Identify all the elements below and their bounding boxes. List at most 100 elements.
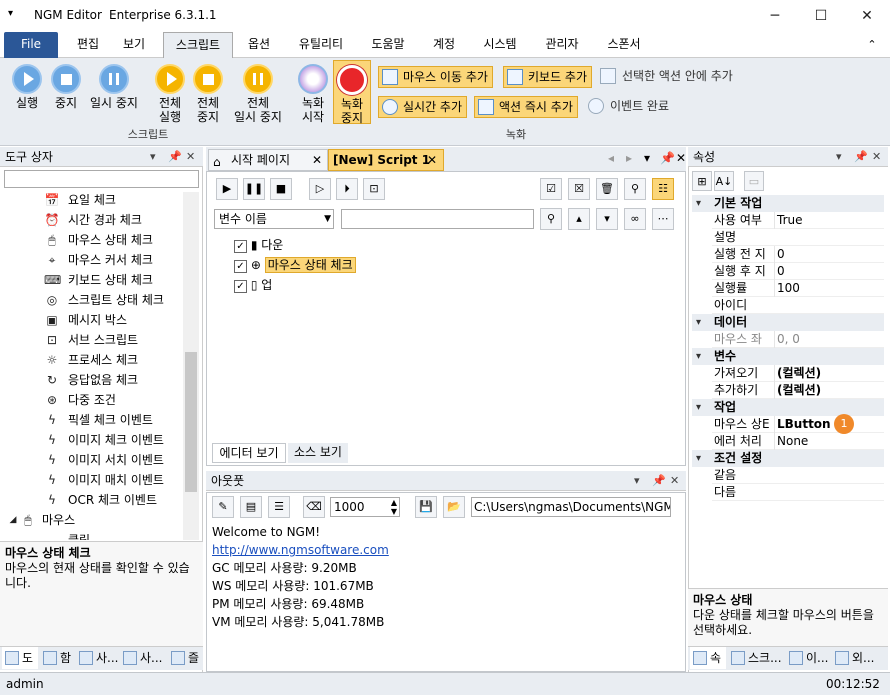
search-icon[interactable]: ⚲ [624,178,646,200]
pause-icon[interactable]: ❚❚ [243,178,265,200]
add-into-selected-button[interactable]: 선택한 액션 안에 추가 [598,66,733,86]
log-path-input[interactable]: C:\Users\ngmas\Documents\NGM6\ [471,497,671,517]
close-window-button[interactable]: ✕ [844,0,890,32]
stop-all-button[interactable]: 전체 중지 [190,64,226,124]
pin-icon[interactable]: 📌 [652,471,666,491]
prop-delay-before[interactable]: 실행 전 지0 [712,246,884,263]
interval-stepper[interactable]: 1000 ▲ ▼ [330,497,400,517]
tab-user[interactable]: 사... [76,647,118,669]
tab-script-1[interactable]: [New] Script 1 ✕ [328,149,444,171]
tree-item[interactable]: 클릭 [42,530,90,540]
tree-item[interactable]: ϟ 픽셀 체크 이벤트 [42,410,153,430]
minimize-button[interactable]: ─ [752,0,798,32]
category-condition[interactable]: ▾ 조건 설정 [692,450,884,467]
menu-file[interactable]: File [4,32,58,58]
prop-enabled[interactable]: 사용 여부 True [712,212,884,229]
category-basic[interactable]: ▾ 기본 작업 [692,195,884,212]
menu-script[interactable]: 스크립트 [163,32,233,59]
prop-run-rate[interactable]: 실행률 100 [712,280,884,297]
tree-item[interactable]: ⌖ 마우스 커서 체크 [42,250,153,270]
pause-all-button[interactable]: 전체 일시 중지 [230,64,286,124]
record-stop-button[interactable]: 녹화 중지 [333,60,371,125]
more-icon[interactable]: ⋯ [652,208,674,230]
file-check-icon[interactable]: ▤ [240,496,262,518]
prop-add[interactable]: 추가하기 (컬렉션) [712,382,884,399]
stop-icon[interactable]: ■ [270,178,292,200]
tree-item[interactable]: ⊛ 다중 조건 [42,390,116,410]
list-item[interactable]: ✓ ⊕ 마우스 상태 체크 [234,256,356,274]
search-icon[interactable]: ⚲ [540,208,562,230]
checkbox[interactable]: ✓ [234,280,247,293]
pause-button[interactable]: 일시 중지 [86,64,142,110]
folder-icon[interactable]: 📂 [443,496,465,518]
tree-item[interactable]: ϟ OCR 체크 이벤트 [42,490,157,510]
pin-icon[interactable]: 📌 [168,147,182,167]
toolbox-search-input[interactable] [4,170,199,188]
variable-value-input[interactable] [341,209,534,229]
loop-icon[interactable]: ∞ [624,208,646,230]
prop-mouse-coord[interactable]: 마우스 좌 0, 0 [712,331,884,348]
tab-close-icon[interactable]: ✕ [312,150,322,170]
prop-equal[interactable]: 같음 [712,467,884,484]
categorized-icon[interactable]: ⊞ [692,171,712,191]
menu-view[interactable]: 보기 [118,32,150,58]
tab-toolbox[interactable]: 도 [2,647,38,669]
tab-scroll-right-icon[interactable]: ▸ [626,151,632,165]
pin-icon[interactable]: 📌 [854,147,868,167]
panel-close-icon[interactable]: ✕ [186,147,195,167]
prop-description[interactable]: 설명 [712,229,884,246]
add-mouse-move-button[interactable]: 마우스 이동 추가 [378,66,493,88]
website-link[interactable]: http://www.ngmsoftware.com [212,541,682,559]
menu-edit[interactable]: 편집 [72,32,104,58]
event-done-button[interactable]: 이벤트 완료 [586,96,669,116]
toolbox-scrollbar[interactable] [183,192,199,540]
scrollbar-thumb[interactable] [185,352,197,492]
panel-close-icon[interactable]: ✕ [872,147,881,167]
action-instant-add-button[interactable]: 액션 즉시 추가 [474,96,578,118]
panel-dropdown-icon[interactable]: ▾ [836,147,842,167]
menu-admin[interactable]: 관리자 [540,32,584,58]
prop-id[interactable]: 아이디 [712,297,884,314]
prop-not-equal[interactable]: 다름 [712,484,884,501]
tree-item[interactable]: ⏰ 시간 경과 체크 [42,210,142,230]
uncheck-icon[interactable]: ☒ [568,178,590,200]
tab-scroll-left-icon[interactable]: ◂ [608,151,614,165]
clean-icon[interactable]: ✎ [212,496,234,518]
tree-node-mouse[interactable]: ◢ 🖱 마우스 [10,510,76,530]
panel-close-icon[interactable]: ✕ [670,471,679,491]
category-action[interactable]: ▾ 작업 [692,399,884,416]
menu-system[interactable]: 시스템 [478,32,522,58]
checkbox[interactable]: ✓ [234,240,247,253]
panel-dropdown-icon[interactable]: ▾ [634,471,640,491]
tree-view-icon[interactable]: ☷ [652,178,674,200]
step-into-icon[interactable]: ⏵ [336,178,358,200]
doc-close-icon[interactable]: ✕ [676,151,686,165]
delete-icon[interactable]: 🗑 [596,178,618,200]
prop-mouse-state[interactable]: 마우스 상E LButton [712,416,884,433]
list-item[interactable]: ✓ ▯ 업 [234,276,272,294]
category-variable[interactable]: ▾ 변수 [692,348,884,365]
variable-select[interactable]: 변수 이름 ▼ [214,209,334,229]
menu-utility[interactable]: 유틸리티 [292,32,350,58]
run-button[interactable]: 실행 [8,64,46,110]
run-all-button[interactable]: 전체 실행 [152,64,188,124]
tree-item[interactable]: ϟ 이미지 체크 이벤트 [42,430,164,450]
tree-item[interactable]: ϟ 이미지 서치 이벤트 [42,450,164,470]
property-pages-icon[interactable]: ▭ [744,171,764,191]
tab-start-page[interactable]: ⌂ 시작 페이지 ✕ [208,149,328,171]
stop-button[interactable]: 중지 [48,64,84,110]
tab-script-explorer[interactable]: 스크... [728,647,784,669]
save-icon[interactable]: 💾 [415,496,437,518]
checkbox[interactable]: ✓ [234,260,247,273]
list-item[interactable]: ✓ ▮ 다운 [234,236,283,254]
menu-account[interactable]: 계정 [428,32,460,58]
tab-source-view[interactable]: 소스 보기 [288,443,348,463]
move-down-icon[interactable]: ▾ [596,208,618,230]
tab-list-icon[interactable]: ▾ [644,151,650,165]
prop-delay-after[interactable]: 실행 후 지0 [712,263,884,280]
maximize-button[interactable]: ☐ [798,0,844,32]
tab-user-functions[interactable]: 사... [120,647,166,669]
eraser-icon[interactable]: ⌫ [303,496,325,518]
tab-functions[interactable]: 함 [40,647,74,669]
add-realtime-button[interactable]: 실시간 추가 [378,96,468,118]
